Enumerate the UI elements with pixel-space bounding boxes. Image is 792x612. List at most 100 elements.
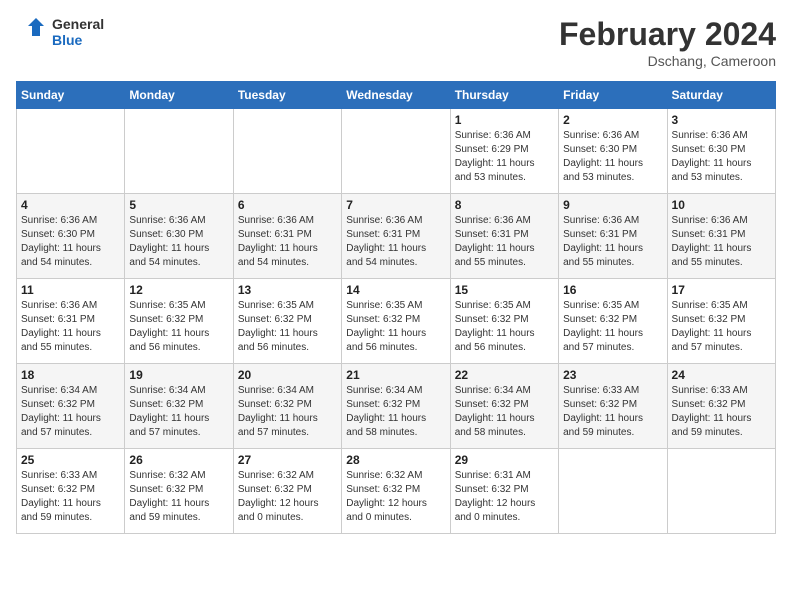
day-number: 3 — [672, 113, 771, 127]
calendar-cell: 4 Sunrise: 6:36 AM Sunset: 6:30 PM Daylig… — [17, 194, 125, 279]
day-number: 17 — [672, 283, 771, 297]
day-number: 19 — [129, 368, 228, 382]
day-number: 26 — [129, 453, 228, 467]
location-subtitle: Dschang, Cameroon — [559, 53, 776, 69]
calendar-cell — [342, 109, 450, 194]
day-info: Sunrise: 6:34 AM Sunset: 6:32 PM Dayligh… — [238, 384, 337, 440]
day-number: 20 — [238, 368, 337, 382]
calendar-cell: 12 Sunrise: 6:35 AM Sunset: 6:32 PM Dayli… — [125, 279, 233, 364]
title-block: February 2024 Dschang, Cameroon — [559, 16, 776, 69]
day-info: Sunrise: 6:35 AM Sunset: 6:32 PM Dayligh… — [672, 299, 771, 355]
day-info: Sunrise: 6:32 AM Sunset: 6:32 PM Dayligh… — [238, 469, 337, 525]
day-number: 24 — [672, 368, 771, 382]
day-info: Sunrise: 6:34 AM Sunset: 6:32 PM Dayligh… — [455, 384, 554, 440]
day-info: Sunrise: 6:36 AM Sunset: 6:31 PM Dayligh… — [238, 214, 337, 270]
day-info: Sunrise: 6:36 AM Sunset: 6:30 PM Dayligh… — [129, 214, 228, 270]
day-number: 27 — [238, 453, 337, 467]
calendar-cell: 28 Sunrise: 6:32 AM Sunset: 6:32 PM Dayli… — [342, 449, 450, 534]
day-header-friday: Friday — [559, 82, 667, 109]
calendar-cell: 8 Sunrise: 6:36 AM Sunset: 6:31 PM Daylig… — [450, 194, 558, 279]
day-info: Sunrise: 6:36 AM Sunset: 6:30 PM Dayligh… — [563, 129, 662, 185]
logo-blue: Blue — [52, 32, 104, 48]
calendar-cell: 21 Sunrise: 6:34 AM Sunset: 6:32 PM Dayli… — [342, 364, 450, 449]
calendar-cell — [233, 109, 341, 194]
logo: General Blue — [16, 16, 104, 48]
calendar-cell: 17 Sunrise: 6:35 AM Sunset: 6:32 PM Dayli… — [667, 279, 775, 364]
day-info: Sunrise: 6:34 AM Sunset: 6:32 PM Dayligh… — [129, 384, 228, 440]
day-number: 6 — [238, 198, 337, 212]
day-header-saturday: Saturday — [667, 82, 775, 109]
day-header-sunday: Sunday — [17, 82, 125, 109]
day-info: Sunrise: 6:35 AM Sunset: 6:32 PM Dayligh… — [563, 299, 662, 355]
day-info: Sunrise: 6:36 AM Sunset: 6:31 PM Dayligh… — [21, 299, 120, 355]
day-info: Sunrise: 6:31 AM Sunset: 6:32 PM Dayligh… — [455, 469, 554, 525]
day-number: 9 — [563, 198, 662, 212]
calendar-cell: 26Sunrise: 6:32 AM Sunset: 6:32 PM Dayli… — [125, 449, 233, 534]
logo-general: General — [52, 16, 104, 32]
day-info: Sunrise: 6:36 AM Sunset: 6:31 PM Dayligh… — [455, 214, 554, 270]
calendar-cell: 27 Sunrise: 6:32 AM Sunset: 6:32 PM Dayli… — [233, 449, 341, 534]
calendar-cell: 3 Sunrise: 6:36 AM Sunset: 6:30 PM Daylig… — [667, 109, 775, 194]
calendar-cell: 2 Sunrise: 6:36 AM Sunset: 6:30 PM Daylig… — [559, 109, 667, 194]
day-info: Sunrise: 6:32 AM Sunset: 6:32 PM Dayligh… — [346, 469, 445, 525]
day-info: Sunrise: 6:36 AM Sunset: 6:30 PM Dayligh… — [672, 129, 771, 185]
day-number: 11 — [21, 283, 120, 297]
month-year-title: February 2024 — [559, 16, 776, 53]
calendar-cell — [667, 449, 775, 534]
day-number: 21 — [346, 368, 445, 382]
calendar-cell: 14 Sunrise: 6:35 AM Sunset: 6:32 PM Dayli… — [342, 279, 450, 364]
day-header-tuesday: Tuesday — [233, 82, 341, 109]
calendar-cell: 18 Sunrise: 6:34 AM Sunset: 6:32 PM Dayli… — [17, 364, 125, 449]
day-number: 18 — [21, 368, 120, 382]
day-number: 14 — [346, 283, 445, 297]
calendar-cell: 19 Sunrise: 6:34 AM Sunset: 6:32 PM Dayli… — [125, 364, 233, 449]
day-info: Sunrise: 6:34 AM Sunset: 6:32 PM Dayligh… — [21, 384, 120, 440]
day-number: 13 — [238, 283, 337, 297]
calendar-cell — [125, 109, 233, 194]
day-number: 2 — [563, 113, 662, 127]
day-number: 25 — [21, 453, 120, 467]
day-number: 1 — [455, 113, 554, 127]
calendar-cell: 20 Sunrise: 6:34 AM Sunset: 6:32 PM Dayli… — [233, 364, 341, 449]
calendar-cell — [17, 109, 125, 194]
day-info: Sunrise: 6:36 AM Sunset: 6:30 PM Dayligh… — [21, 214, 120, 270]
calendar-cell: 6 Sunrise: 6:36 AM Sunset: 6:31 PM Daylig… — [233, 194, 341, 279]
day-info: Sunrise: 6:36 AM Sunset: 6:31 PM Dayligh… — [672, 214, 771, 270]
calendar-cell: 24 Sunrise: 6:33 AM Sunset: 6:32 PM Dayli… — [667, 364, 775, 449]
day-number: 22 — [455, 368, 554, 382]
calendar-cell: 7 Sunrise: 6:36 AM Sunset: 6:31 PM Daylig… — [342, 194, 450, 279]
day-info: Sunrise: 6:36 AM Sunset: 6:31 PM Dayligh… — [346, 214, 445, 270]
day-number: 5 — [129, 198, 228, 212]
calendar-cell: 29 Sunrise: 6:31 AM Sunset: 6:32 PM Dayli… — [450, 449, 558, 534]
calendar-cell: 1 Sunrise: 6:36 AM Sunset: 6:29 PM Daylig… — [450, 109, 558, 194]
day-header-monday: Monday — [125, 82, 233, 109]
logo-icon — [16, 16, 48, 48]
calendar-cell: 25 Sunrise: 6:33 AM Sunset: 6:32 PM Dayli… — [17, 449, 125, 534]
day-info: Sunrise: 6:36 AM Sunset: 6:29 PM Dayligh… — [455, 129, 554, 185]
calendar-cell: 22 Sunrise: 6:34 AM Sunset: 6:32 PM Dayli… — [450, 364, 558, 449]
day-info: Sunrise: 6:34 AM Sunset: 6:32 PM Dayligh… — [346, 384, 445, 440]
day-number: 7 — [346, 198, 445, 212]
calendar-cell: 15Sunrise: 6:35 AM Sunset: 6:32 PM Dayli… — [450, 279, 558, 364]
day-number: 4 — [21, 198, 120, 212]
day-info: Sunrise: 6:33 AM Sunset: 6:32 PM Dayligh… — [672, 384, 771, 440]
calendar-cell — [559, 449, 667, 534]
day-info: Sunrise: 6:35 AM Sunset: 6:32 PM Dayligh… — [238, 299, 337, 355]
day-number: 29 — [455, 453, 554, 467]
day-header-thursday: Thursday — [450, 82, 558, 109]
day-number: 23 — [563, 368, 662, 382]
page-header: General Blue February 2024 Dschang, Came… — [16, 16, 776, 69]
day-info: Sunrise: 6:35 AM Sunset: 6:32 PM Dayligh… — [455, 299, 554, 355]
calendar-table: SundayMondayTuesdayWednesdayThursdayFrid… — [16, 81, 776, 534]
day-number: 8 — [455, 198, 554, 212]
day-info: Sunrise: 6:35 AM Sunset: 6:32 PM Dayligh… — [129, 299, 228, 355]
day-number: 12 — [129, 283, 228, 297]
day-header-wednesday: Wednesday — [342, 82, 450, 109]
calendar-cell: 5 Sunrise: 6:36 AM Sunset: 6:30 PM Daylig… — [125, 194, 233, 279]
day-info: Sunrise: 6:33 AM Sunset: 6:32 PM Dayligh… — [21, 469, 120, 525]
calendar-cell: 13 Sunrise: 6:35 AM Sunset: 6:32 PM Dayli… — [233, 279, 341, 364]
day-info: Sunrise: 6:35 AM Sunset: 6:32 PM Dayligh… — [346, 299, 445, 355]
calendar-cell: 23Sunrise: 6:33 AM Sunset: 6:32 PM Dayli… — [559, 364, 667, 449]
calendar-cell: 16Sunrise: 6:35 AM Sunset: 6:32 PM Dayli… — [559, 279, 667, 364]
day-number: 28 — [346, 453, 445, 467]
